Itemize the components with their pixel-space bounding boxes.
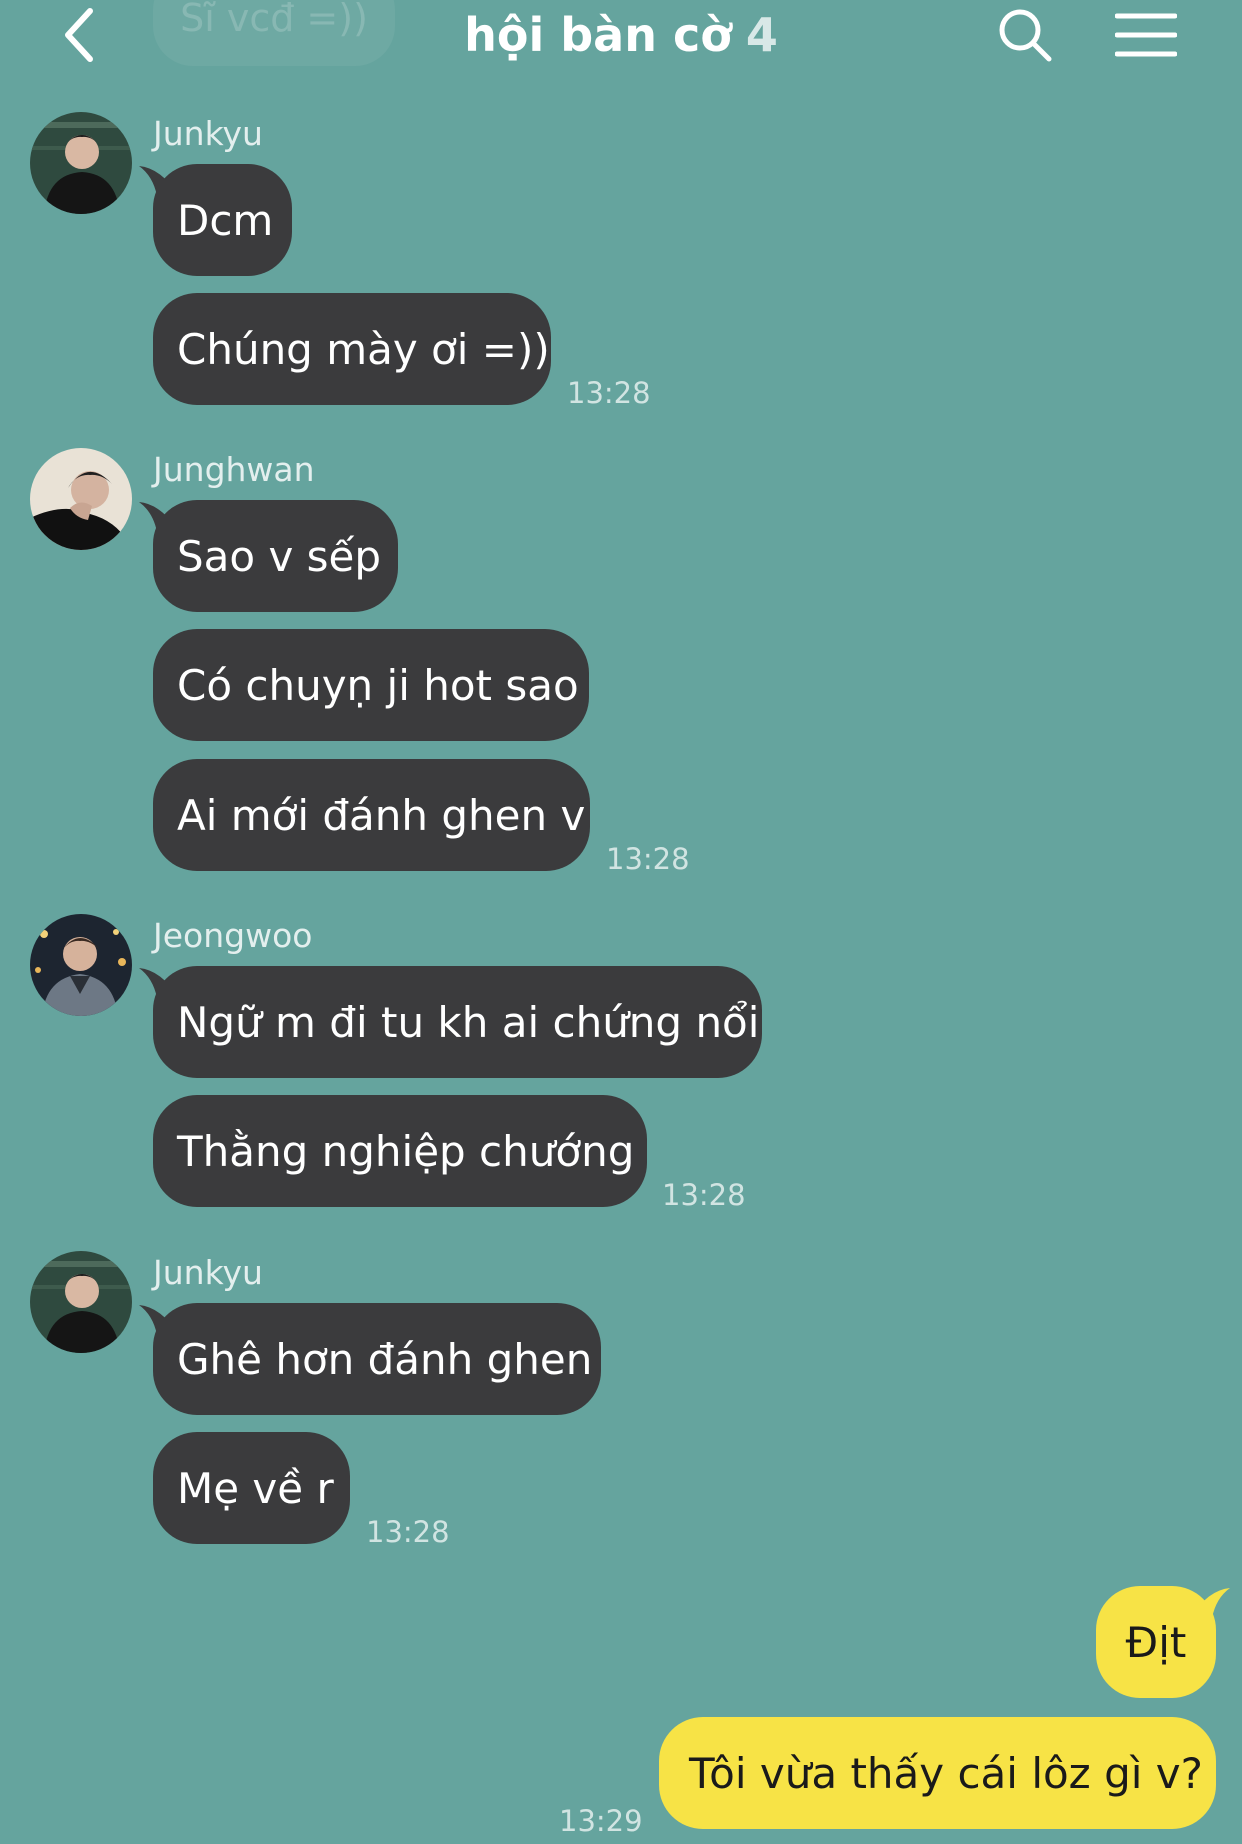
message-bubble[interactable]: Ai mới đánh ghen v xyxy=(153,759,590,871)
bubble-tail xyxy=(139,968,179,998)
message-bubble[interactable]: Sao v sếp xyxy=(139,500,398,612)
back-button[interactable] xyxy=(50,0,110,70)
message-bubble[interactable]: Mẹ về r xyxy=(153,1432,350,1544)
message-bubble[interactable]: Ghê hơn đánh ghen xyxy=(139,1303,601,1415)
sender-name: Junghwan xyxy=(153,450,315,489)
message-text: Mẹ về r xyxy=(177,1463,334,1513)
search-button[interactable] xyxy=(990,0,1060,70)
bubble-tail xyxy=(139,502,179,532)
avatar-image xyxy=(30,448,132,550)
message-timestamp: 13:28 xyxy=(567,376,651,410)
sender-name: Jeongwoo xyxy=(153,916,313,955)
bubble-tail xyxy=(139,166,179,196)
message-text: Sao v sếp xyxy=(177,531,382,581)
chat-header: Sĩ vcđ =)) hội bàn cờ 4 xyxy=(0,0,1242,78)
message-bubble[interactable]: Chúng mày ơi =)) xyxy=(153,293,551,405)
avatar[interactable] xyxy=(30,448,132,550)
sender-name: Junkyu xyxy=(153,1253,263,1292)
ghost-text: Sĩ vcđ =)) xyxy=(180,0,368,40)
chat-title-text: hội bàn cờ xyxy=(464,8,732,62)
message-bubble[interactable]: Dcm xyxy=(139,164,292,276)
bubble-tail xyxy=(139,1305,179,1335)
message-text: Chúng mày ơi =)) xyxy=(177,324,550,374)
outgoing-message-bubble[interactable]: Tôi vừa thấy cái lôz gì v? xyxy=(659,1717,1216,1829)
avatar-image xyxy=(30,1251,132,1353)
message-bubble[interactable]: Ngữ m đi tu kh ai chứng nổi xyxy=(139,966,762,1078)
message-timestamp: 13:28 xyxy=(366,1515,450,1549)
back-icon xyxy=(65,8,93,62)
message-text: Thằng nghiệp chướng xyxy=(177,1126,635,1176)
member-count: 4 xyxy=(745,8,778,62)
menu-icon xyxy=(1115,13,1177,57)
avatar[interactable] xyxy=(30,914,132,1016)
message-text: Có chuyṇ ji hot sao xyxy=(177,660,579,710)
message-timestamp: 13:28 xyxy=(606,842,690,876)
message-text: Ngữ m đi tu kh ai chứng nổi xyxy=(177,997,760,1047)
message-text: Tôi vừa thấy cái lôz gì v? xyxy=(689,1748,1203,1798)
avatar[interactable] xyxy=(30,1251,132,1353)
avatar-image xyxy=(30,112,132,214)
search-icon xyxy=(999,9,1052,62)
message-timestamp: 13:29 xyxy=(559,1804,643,1838)
bubble-tail xyxy=(1190,1588,1230,1618)
message-text: Dcm xyxy=(177,195,274,245)
outgoing-message-bubble[interactable]: Địt xyxy=(1096,1586,1230,1698)
message-timestamp: 13:28 xyxy=(662,1178,746,1212)
message-bubble[interactable]: Có chuyṇ ji hot sao xyxy=(153,629,589,741)
scrolled-message-ghost: Sĩ vcđ =)) xyxy=(153,0,395,66)
message-text: Ghê hơn đánh ghen xyxy=(177,1334,593,1384)
avatar[interactable] xyxy=(30,112,132,214)
avatar-image xyxy=(30,914,132,1016)
sender-name: Junkyu xyxy=(153,114,263,153)
message-text: Ai mới đánh ghen v xyxy=(177,790,586,840)
menu-button[interactable] xyxy=(1110,0,1182,70)
message-text: Địt xyxy=(1125,1617,1187,1667)
message-bubble[interactable]: Thằng nghiệp chướng xyxy=(153,1095,647,1207)
